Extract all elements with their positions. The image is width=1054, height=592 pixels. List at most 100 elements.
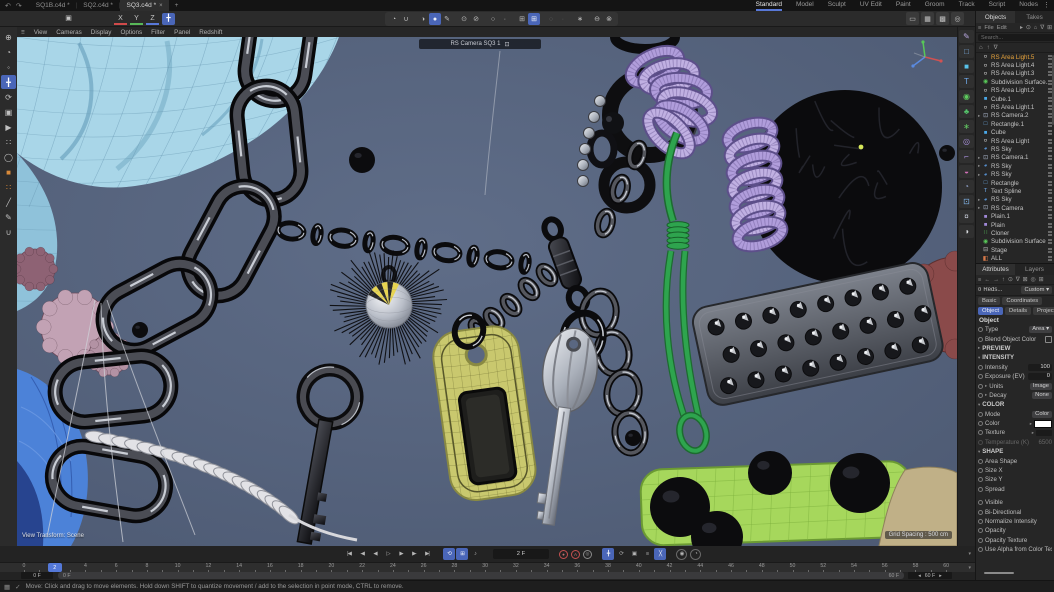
field-value[interactable]: Color bbox=[1032, 411, 1052, 418]
edit-menu[interactable]: Edit bbox=[997, 25, 1007, 31]
file-menu[interactable]: File bbox=[984, 25, 993, 31]
layout-bookmark-icon[interactable]: ▣ bbox=[62, 13, 75, 25]
magnify-tool[interactable]: ⊕ bbox=[1, 30, 16, 44]
render-visibility-dot[interactable] bbox=[1050, 214, 1052, 216]
layout-overflow-icon[interactable]: ⋮ bbox=[1043, 1, 1050, 9]
edge-select-tool[interactable]: ◯ bbox=[1, 150, 16, 164]
keyframe-dot[interactable] bbox=[978, 430, 983, 435]
object-row[interactable]: ■Cube.1 bbox=[976, 95, 1054, 103]
home-icon[interactable]: ⌂ bbox=[1034, 25, 1038, 31]
keyframe-dot[interactable] bbox=[978, 365, 983, 370]
spline-primitive-tool[interactable]: □ bbox=[959, 45, 974, 58]
layout-tab-nodes[interactable]: Nodes bbox=[1019, 0, 1038, 11]
keyframe-dot[interactable] bbox=[978, 384, 983, 389]
axis-x-button[interactable]: X bbox=[114, 13, 127, 25]
layout-tab-groom[interactable]: Groom bbox=[925, 0, 945, 11]
keyframe-dot[interactable] bbox=[978, 477, 983, 482]
keyframe-dot[interactable] bbox=[978, 459, 983, 464]
viewport-menu-filter[interactable]: Filter bbox=[151, 29, 165, 36]
section-label[interactable]: SHAPE bbox=[982, 448, 1052, 455]
scene-purple-coil-side[interactable] bbox=[725, 118, 785, 251]
range-start-field[interactable]: 0 F bbox=[21, 572, 53, 579]
viewport-menu-cameras[interactable]: Cameras bbox=[56, 29, 82, 36]
search-icon[interactable]: ⊙ bbox=[1026, 25, 1031, 31]
goto-start-button[interactable]: |◀ bbox=[343, 548, 355, 560]
layout-tab-sculpt[interactable]: Sculpt bbox=[828, 0, 846, 11]
text-tool[interactable]: T bbox=[959, 75, 974, 88]
axis-y-button[interactable]: Y bbox=[130, 13, 143, 25]
field-tool[interactable]: ◒ bbox=[959, 165, 974, 178]
color-swatch[interactable] bbox=[1034, 420, 1052, 428]
render-settings-icon[interactable]: ▩ bbox=[936, 12, 949, 25]
expand-icon[interactable]: ▸ bbox=[1032, 430, 1034, 436]
rig-icon[interactable]: ⊘ bbox=[470, 13, 482, 25]
pen-tool[interactable]: ✎ bbox=[1, 210, 16, 224]
expand-icon[interactable]: ▸ bbox=[985, 392, 987, 398]
render-picture-icon[interactable]: ▦ bbox=[921, 12, 934, 25]
attributes-search-icon[interactable]: ⊙ bbox=[1008, 277, 1013, 283]
mode-dropdown[interactable]: Custom ▾ bbox=[1021, 286, 1052, 294]
spinner-right-icon[interactable]: ▸ bbox=[939, 573, 942, 579]
keyframe-presets-button[interactable]: ◔ bbox=[690, 549, 701, 560]
section-label[interactable]: PREVIEW bbox=[982, 345, 1052, 352]
field-value[interactable]: None bbox=[1032, 392, 1052, 399]
layout-tab-track[interactable]: Track bbox=[959, 0, 975, 11]
texture-field[interactable] bbox=[1036, 430, 1052, 436]
bend-deformer-tool[interactable]: ⌐ bbox=[959, 150, 974, 163]
next-key-button[interactable]: ▶∙ bbox=[408, 548, 420, 560]
chevron-icon[interactable]: ▸ bbox=[1020, 25, 1023, 31]
object-row[interactable]: ◧ALL bbox=[976, 254, 1054, 262]
keyframe-dot[interactable] bbox=[978, 500, 983, 505]
keyframe-dot[interactable] bbox=[978, 374, 983, 379]
search-input[interactable] bbox=[978, 34, 1054, 41]
tab-close-icon[interactable]: × bbox=[159, 3, 163, 9]
attributes-forward-icon[interactable]: → bbox=[993, 277, 999, 283]
grid-icon[interactable]: ▦ bbox=[4, 583, 10, 591]
keyframe-dot[interactable] bbox=[978, 337, 983, 342]
keyframe-dot[interactable] bbox=[978, 412, 983, 417]
render-visibility-dot[interactable] bbox=[1050, 256, 1052, 258]
prev-key-button[interactable]: ∙◀ bbox=[356, 548, 368, 560]
layout-tab-model[interactable]: Model bbox=[796, 0, 814, 11]
objects-up-icon[interactable]: ↑ bbox=[987, 45, 990, 51]
keyframe-dot[interactable] bbox=[978, 421, 983, 426]
halfshade-icon[interactable]: ◑ bbox=[417, 13, 429, 25]
disabled-a-icon[interactable]: ○ bbox=[545, 13, 557, 25]
section-arrow-icon[interactable]: ▸ bbox=[978, 345, 980, 351]
attributes-up-icon[interactable]: ↑ bbox=[1002, 277, 1005, 283]
render-visibility-dot[interactable] bbox=[1050, 164, 1052, 166]
render-visibility-dot[interactable] bbox=[1050, 239, 1052, 241]
object-row[interactable]: ▸◕RS Sky bbox=[976, 170, 1054, 178]
point-select-tool[interactable]: ∷ bbox=[1, 135, 16, 149]
attributes-lock-icon[interactable]: ⊠ bbox=[1023, 277, 1028, 283]
tab-objects[interactable]: Objects bbox=[976, 11, 1015, 23]
menu-icon[interactable]: ≡ bbox=[978, 25, 981, 31]
render-visibility-dot[interactable] bbox=[1050, 155, 1052, 157]
disabled-b-icon[interactable]: ∙ bbox=[557, 13, 569, 25]
move-tool[interactable]: ╋ bbox=[1, 75, 16, 89]
cloner-tool[interactable]: ♣ bbox=[959, 105, 974, 118]
object-row[interactable]: ◉Subdivision Surface.1 bbox=[976, 78, 1054, 86]
object-row[interactable]: ¤RS Area Light.4 bbox=[976, 61, 1054, 69]
attributes-popup-icon[interactable]: ⊞ bbox=[1039, 277, 1044, 283]
tab-attributes[interactable]: Attributes bbox=[976, 264, 1015, 275]
render-visibility-dot[interactable] bbox=[1050, 189, 1052, 191]
object-row[interactable]: ▸◕RS Sky bbox=[976, 162, 1054, 170]
prev-frame-button[interactable]: ◀ bbox=[369, 548, 381, 560]
viewport-menu-view[interactable]: View bbox=[34, 29, 48, 36]
range-end-field[interactable]: ◂ 60 F ▸ bbox=[908, 572, 952, 579]
object-row[interactable]: ▸⊡RS Camera.2 bbox=[976, 112, 1054, 120]
particles-icon[interactable]: ∗ bbox=[574, 13, 586, 25]
minus-circle-icon[interactable]: ⊖ bbox=[591, 13, 603, 25]
object-row[interactable]: ▸◕RS Sky bbox=[976, 196, 1054, 204]
field-checkbox[interactable] bbox=[1045, 336, 1052, 343]
spline-pen-tool[interactable]: ✎ bbox=[959, 30, 974, 43]
record-button[interactable]: ● bbox=[559, 550, 568, 559]
objects-home-icon[interactable]: ⌂ bbox=[979, 45, 983, 51]
attr-tab-project[interactable]: Project bbox=[1033, 307, 1054, 315]
redo-icon[interactable]: ↷ bbox=[16, 2, 22, 10]
objects-filter-icon[interactable]: ∇ bbox=[994, 44, 998, 51]
keyframe-dot[interactable] bbox=[978, 487, 983, 492]
keyframe-dot[interactable] bbox=[978, 327, 983, 332]
attr-tab-coordinates[interactable]: Coordinates bbox=[1002, 297, 1042, 305]
